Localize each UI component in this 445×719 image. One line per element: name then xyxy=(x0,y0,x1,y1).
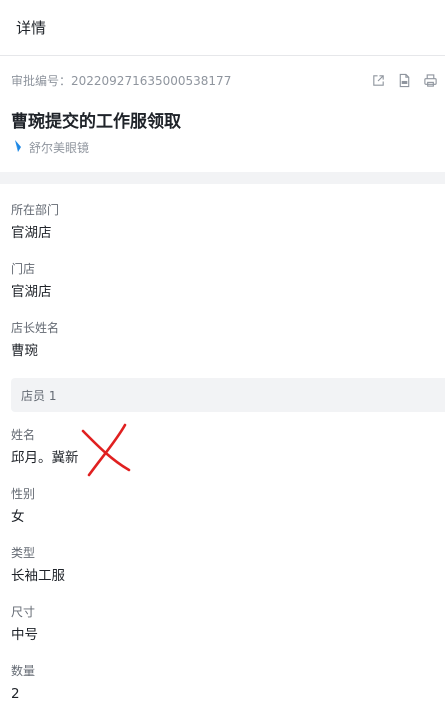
company-logo-icon xyxy=(12,138,24,157)
company-name: 舒尔美眼镜 xyxy=(29,141,90,155)
field-gender: 性别 女 xyxy=(0,486,445,527)
field-value: 长袖工服 xyxy=(11,568,65,584)
page-title: 详情 xyxy=(16,19,47,37)
field-value: 邱月。冀新 xyxy=(11,450,79,466)
field-label: 类型 xyxy=(11,546,36,560)
approval-number: 审批编号：202209271635000538177 xyxy=(11,73,232,88)
field-store: 门店 官湖店 xyxy=(0,261,445,302)
field-department: 所在部门 官湖店 xyxy=(0,202,445,243)
field-label: 所在部门 xyxy=(11,203,60,217)
field-label: 店长姓名 xyxy=(11,321,60,335)
field-value: 官湖店 xyxy=(11,284,52,300)
field-value: 2 xyxy=(11,686,20,702)
field-type: 类型 长袖工服 xyxy=(0,545,445,586)
print-icon[interactable] xyxy=(422,72,438,88)
share-icon[interactable] xyxy=(370,72,386,88)
field-quantity: 数量 2 xyxy=(0,663,445,704)
field-label: 数量 xyxy=(11,664,36,678)
company-row: 舒尔美眼镜 xyxy=(0,138,445,157)
field-label: 尺寸 xyxy=(11,605,36,619)
field-value: 中号 xyxy=(11,627,38,643)
field-value: 曹琬 xyxy=(11,343,38,359)
field-label: 门店 xyxy=(11,262,36,276)
field-size: 尺寸 中号 xyxy=(0,604,445,645)
section-divider xyxy=(0,172,445,184)
field-label: 性别 xyxy=(11,487,36,501)
field-manager-name: 店长姓名 曹琬 xyxy=(0,320,445,361)
form-title: 曹琬提交的工作服领取 xyxy=(11,112,181,132)
field-value: 女 xyxy=(11,509,25,525)
page-header: 详情 xyxy=(0,0,445,56)
field-value: 官湖店 xyxy=(11,225,52,241)
field-staff-name: 姓名 邱月。冀新 xyxy=(0,427,445,468)
pdf-icon[interactable] xyxy=(396,72,412,88)
meta-row: 审批编号：202209271635000538177 xyxy=(0,56,445,104)
toolbar xyxy=(370,72,438,88)
group-header-staff: 店员 1 xyxy=(11,378,445,412)
field-label: 姓名 xyxy=(11,428,36,442)
